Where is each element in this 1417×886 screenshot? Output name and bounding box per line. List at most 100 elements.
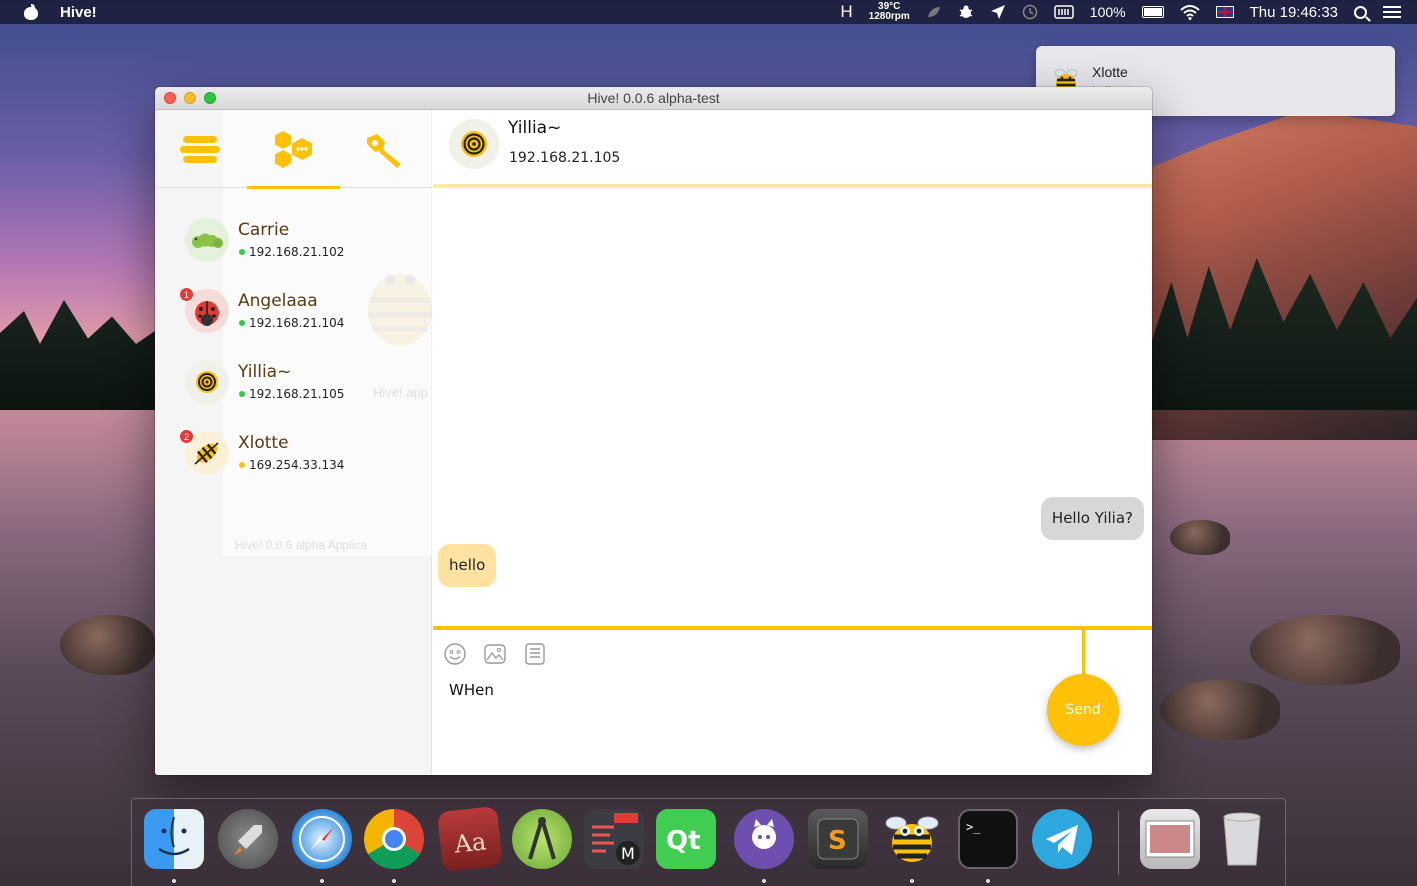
- target-avatar-icon: [185, 360, 229, 404]
- contact-name: Angelaaa: [238, 291, 318, 311]
- running-indicator: [172, 879, 176, 883]
- android-studio-icon[interactable]: [512, 809, 572, 869]
- running-indicator: [762, 879, 766, 883]
- image-icon[interactable]: [483, 642, 507, 666]
- apple-menu-icon[interactable]: [24, 4, 38, 20]
- settings-wrench-tab-icon[interactable]: [361, 128, 411, 172]
- wallpaper-rock: [1160, 680, 1280, 740]
- send-button-stem: [1082, 628, 1085, 676]
- message-input[interactable]: WHen: [449, 681, 494, 699]
- menu-extras: H 39°C 1280rpm 100% Thu 19:46:33: [840, 0, 1417, 24]
- time-machine-icon[interactable]: [1022, 4, 1038, 20]
- chat-contact-ip: 192.168.21.105: [509, 150, 621, 166]
- dictionary-icon[interactable]: Aa: [437, 806, 503, 872]
- temperature-monitor[interactable]: 39°C 1280rpm: [869, 2, 910, 22]
- menu-clock[interactable]: Thu 19:46:33: [1250, 4, 1338, 21]
- contact-item[interactable]: 2 Xlotte 169.254.33.134: [155, 423, 432, 483]
- running-indicator: [392, 879, 396, 883]
- bug-icon[interactable]: [958, 4, 974, 20]
- leaf-icon[interactable]: [926, 5, 942, 19]
- wallpaper-rock: [60, 615, 155, 675]
- ghost-footer: Hive! 0.0.6 alpha Applica: [235, 538, 368, 552]
- online-status-dot: [239, 320, 245, 326]
- menu-app-name[interactable]: Hive!: [60, 4, 97, 21]
- preview-stack-icon[interactable]: [1140, 809, 1200, 869]
- notification-center-icon[interactable]: [1383, 6, 1401, 18]
- hive-app-bee-icon[interactable]: [882, 809, 942, 869]
- contact-name: Yillia~: [238, 362, 292, 382]
- message-list: Hello Yilia? hello: [433, 192, 1152, 626]
- contact-item[interactable]: Yillia~ 192.168.21.105: [155, 352, 432, 412]
- wallpaper-rock: [1170, 520, 1230, 555]
- svg-text:Qt: Qt: [666, 826, 701, 856]
- away-status-dot: [239, 462, 245, 468]
- contact-ip: 192.168.21.105: [249, 387, 345, 401]
- svg-text:Aa: Aa: [452, 827, 487, 858]
- contact-ip: 192.168.21.104: [249, 316, 345, 330]
- dock-separator: [1118, 811, 1119, 875]
- safari-icon[interactable]: [292, 809, 352, 869]
- contact-ip: 169.254.33.134: [249, 458, 345, 472]
- launchpad-icon[interactable]: [218, 809, 278, 869]
- chrome-icon[interactable]: [364, 809, 424, 869]
- incoming-message-bubble: hello: [438, 544, 497, 587]
- contact-ip: 192.168.21.102: [249, 245, 345, 259]
- running-indicator: [986, 879, 990, 883]
- running-indicator: [320, 879, 324, 883]
- chat-contact-name: Yillia~: [508, 118, 562, 138]
- sidebar-tabs: [155, 110, 432, 189]
- fan-speed-text: 1280rpm: [868, 11, 910, 22]
- close-window-button[interactable]: [164, 92, 176, 104]
- unread-badge: 2: [179, 429, 194, 444]
- hive-home-tab-icon[interactable]: [175, 128, 225, 172]
- menu-bar: Hive! H 39°C 1280rpm 100% Thu 19:46:33: [0, 0, 1417, 24]
- h-status-icon[interactable]: H: [840, 2, 852, 22]
- github-icon[interactable]: [734, 809, 794, 869]
- hive-window: Hive! 0.0.6 alpha-test Hive!.app Hive! 0…: [155, 87, 1152, 775]
- battery-icon[interactable]: [1141, 6, 1164, 18]
- wifi-icon[interactable]: [1179, 4, 1200, 20]
- telegram-icon[interactable]: [1032, 809, 1092, 869]
- sqlite-icon[interactable]: M: [584, 809, 644, 869]
- composer-toolbar: [443, 642, 563, 666]
- wallpaper-rock: [1250, 615, 1400, 685]
- contact-item[interactable]: Carrie 192.168.21.102: [155, 210, 432, 270]
- memory-icon[interactable]: [1054, 5, 1074, 19]
- svg-text:>_: >_: [966, 820, 981, 834]
- spotlight-search-icon[interactable]: [1354, 5, 1367, 19]
- running-indicator: [910, 879, 914, 883]
- input-source-flag-icon[interactable]: [1215, 6, 1234, 18]
- sublime-text-icon[interactable]: S: [808, 809, 868, 869]
- sidebar: Hive!.app Hive! 0.0.6 alpha Applica Carr…: [155, 110, 432, 775]
- emoji-icon[interactable]: [443, 642, 467, 666]
- qt-creator-icon[interactable]: Qt: [656, 809, 716, 869]
- window-titlebar[interactable]: Hive! 0.0.6 alpha-test: [155, 87, 1152, 110]
- dock: Aa M Qt S >_: [131, 798, 1286, 886]
- message-composer: WHen Send: [433, 626, 1152, 775]
- file-icon[interactable]: [523, 642, 547, 666]
- trash-icon[interactable]: [1212, 809, 1272, 869]
- finder-icon[interactable]: [144, 809, 204, 869]
- outgoing-message-bubble: Hello Yilia?: [1040, 497, 1144, 540]
- window-title: Hive! 0.0.6 alpha-test: [587, 90, 720, 106]
- caterpillar-avatar-icon: [185, 218, 229, 262]
- chat-tab-icon[interactable]: [269, 128, 319, 172]
- battery-percentage[interactable]: 100%: [1090, 4, 1126, 20]
- contact-item[interactable]: 1 Angelaaa 192.168.21.104: [155, 281, 432, 341]
- svg-text:M: M: [621, 844, 635, 863]
- active-tab-indicator: [247, 186, 340, 189]
- online-status-dot: [239, 391, 245, 397]
- terminal-icon[interactable]: >_: [958, 809, 1018, 869]
- unread-badge: 1: [179, 287, 194, 302]
- target-avatar-icon: [449, 119, 499, 169]
- minimize-window-button[interactable]: [184, 92, 196, 104]
- send-button[interactable]: Send: [1047, 674, 1119, 746]
- contact-name: Xlotte: [238, 433, 289, 453]
- chat-header: Yillia~ 192.168.21.105: [433, 110, 1152, 188]
- notification-title: Xlotte: [1092, 64, 1128, 80]
- contact-name: Carrie: [238, 220, 290, 240]
- online-status-dot: [239, 249, 245, 255]
- location-arrow-icon[interactable]: [990, 4, 1006, 20]
- svg-text:S: S: [828, 826, 847, 856]
- zoom-window-button[interactable]: [204, 92, 216, 104]
